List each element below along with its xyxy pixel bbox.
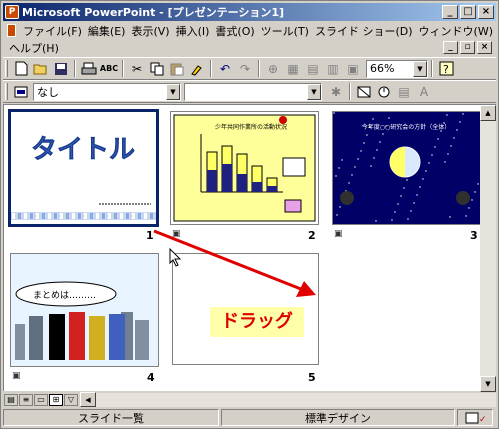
view-bar: ▤ ≡ ▭ ⊞ ▽ ◀ [3,391,496,407]
menu-tools[interactable]: ツール(T) [258,23,312,39]
toolbar-grip[interactable] [5,83,8,100]
status-bar: スライド一覧 標準デザイン ✓ [3,408,496,427]
hyperlink-icon[interactable]: ⊕ [263,59,283,78]
minimize-button[interactable]: _ [442,5,458,19]
standard-toolbar: ABC ✂ ↶ ↷ ⊕ ▦ ▤ ▥ ▣ 66% ▼ ? [3,57,496,80]
show-formatting-icon[interactable]: A [414,82,434,101]
status-view: スライド一覧 [3,409,219,426]
hide-slide-icon[interactable] [354,82,374,101]
normal-view-icon[interactable]: ▤ [4,393,18,406]
copy-icon[interactable] [147,59,167,78]
menu-bar: ファイル(F) 編集(E) 表示(V) 挿入(I) 書式(O) ツール(T) ス… [3,22,496,56]
scroll-down-icon[interactable]: ▼ [480,376,496,392]
zoom-value: 66% [370,62,395,75]
powerpoint-app-icon[interactable]: P [5,5,19,19]
toolbar-separator [431,60,433,77]
menu-edit[interactable]: 編集(E) [85,23,129,39]
vertical-scrollbar[interactable]: ▲ ▼ [480,105,496,392]
menu-slideshow[interactable]: スライド ショー(D) [312,23,416,39]
preset-animation-combo[interactable]: ▼ [184,82,322,101]
transition-effect-combo[interactable]: なし ▼ [33,82,181,101]
toolbar-separator [349,83,351,100]
spellcheck-icon[interactable]: ABC [99,59,119,78]
slide-sorter-toolbar: なし ▼ ▼ ✱ ▤ A [3,80,496,103]
drag-arrow [153,229,316,297]
animation-dropdown-icon[interactable]: ▼ [307,83,321,100]
doc-close-button[interactable]: × [477,41,492,54]
menu-window[interactable]: ウィンドウ(W) [416,23,496,39]
toolbar-separator [74,60,76,77]
menu-view[interactable]: 表示(V) [128,23,172,39]
powerpoint-window: P Microsoft PowerPoint - [プレゼンテーション1] _ … [0,0,499,429]
doc-restore-button[interactable]: ▫ [460,41,475,54]
transition-dropdown-icon[interactable]: ▼ [166,83,180,100]
close-button[interactable]: × [478,5,494,19]
scroll-up-icon[interactable]: ▲ [480,105,496,121]
menu-format[interactable]: 書式(O) [212,23,257,39]
document-control-icon[interactable] [7,24,16,37]
outline-view-icon[interactable]: ≡ [19,393,33,406]
new-slide-icon[interactable]: ▣ [343,59,363,78]
redo-icon[interactable]: ↷ [235,59,255,78]
svg-text:✓: ✓ [479,415,485,424]
slide-sorter-view-icon[interactable]: ⊞ [49,393,63,406]
help-icon[interactable]: ? [436,59,456,78]
slide-sorter-view: タイトル 1 少年共同作業所の活動状況 ▣ 2 今年度○○研究会の方針（全体） … [3,104,496,392]
print-icon[interactable] [79,59,99,78]
insert-table-icon[interactable]: ▤ [303,59,323,78]
spelling-status-icon[interactable]: ✓ [457,409,493,426]
horizontal-scrollbar[interactable]: ◀ [80,391,496,407]
format-painter-icon[interactable] [187,59,207,78]
slide-view-icon[interactable]: ▭ [34,393,48,406]
slide-show-icon[interactable]: ▽ [64,393,78,406]
window-title: Microsoft PowerPoint - [プレゼンテーション1] [22,6,285,19]
doc-minimize-button[interactable]: _ [443,41,458,54]
open-icon[interactable] [31,59,51,78]
toolbar-separator [122,60,124,77]
menu-help[interactable]: ヘルプ(H) [3,40,62,56]
maximize-button[interactable]: □ [460,5,476,19]
status-design: 標準デザイン [221,409,455,426]
chart-icon[interactable]: ▥ [323,59,343,78]
undo-icon[interactable]: ↶ [215,59,235,78]
scroll-left-icon[interactable]: ◀ [80,391,96,407]
title-bar[interactable]: P Microsoft PowerPoint - [プレゼンテーション1] _ … [3,3,496,21]
tables-icon[interactable]: ▦ [283,59,303,78]
zoom-combo[interactable]: 66% ▼ [366,59,428,78]
document-window-buttons: _ ▫ × [443,41,494,54]
slide-transition-icon[interactable] [11,82,31,101]
transition-effect-value: なし [37,85,59,99]
toolbar-grip[interactable] [5,60,8,77]
mouse-cursor-icon [169,248,182,267]
animation-preview-icon[interactable]: ✱ [326,82,346,101]
cut-icon[interactable]: ✂ [127,59,147,78]
summary-slide-icon[interactable]: ▤ [394,82,414,101]
menu-file[interactable]: ファイル(F) [20,23,85,39]
menu-insert[interactable]: 挿入(I) [173,23,213,39]
svg-text:?: ? [443,63,449,76]
paste-icon[interactable] [167,59,187,78]
rehearse-timings-icon[interactable] [374,82,394,101]
zoom-dropdown-icon[interactable]: ▼ [413,60,427,77]
save-icon[interactable] [51,59,71,78]
toolbar-separator [258,60,260,77]
toolbar-separator [210,60,212,77]
new-icon[interactable] [11,59,31,78]
